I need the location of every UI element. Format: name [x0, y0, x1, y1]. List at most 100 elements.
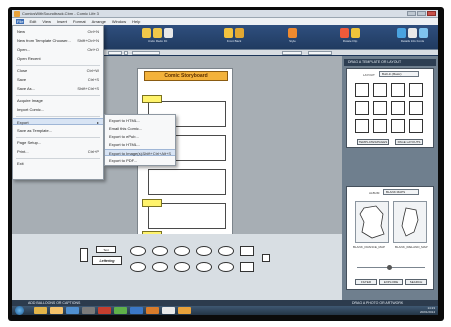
speech-balloon[interactable] [218, 246, 234, 256]
page-title[interactable]: Comic Storyboard [144, 71, 228, 81]
toolbar-icon[interactable] [164, 28, 173, 38]
export-menu-item[interactable]: Export to HTML... [105, 141, 175, 148]
file-menu-item[interactable]: Exit [13, 160, 103, 167]
page-layouts-button[interactable]: PAGE LAYOUTS [395, 139, 423, 145]
caption-balloon[interactable] [262, 254, 270, 262]
whisper-balloon[interactable] [196, 246, 212, 256]
layout-thumb[interactable] [391, 119, 405, 133]
layout-thumb[interactable] [355, 101, 369, 115]
toolbar-icon[interactable] [235, 28, 244, 38]
layout-select[interactable]: Built-In (Basic) [379, 71, 419, 77]
layout-thumb[interactable] [355, 83, 369, 97]
search-button[interactable]: SEARCH [405, 279, 427, 285]
file-menu-item[interactable]: New Ctrl+N [13, 28, 103, 35]
layout-thumb[interactable] [409, 101, 423, 115]
menu-format[interactable]: Format [72, 19, 87, 24]
toolbar-icon[interactable] [224, 28, 233, 38]
toolbar-icon[interactable] [288, 28, 297, 38]
taskbar-app-icon[interactable] [130, 307, 143, 314]
caption-balloon[interactable] [240, 246, 254, 256]
taskbar-app-icon[interactable] [98, 307, 111, 314]
start-button-icon[interactable] [15, 306, 24, 315]
file-menu-item[interactable]: Save as Template... [13, 127, 103, 134]
minimize-button[interactable] [407, 11, 416, 16]
menu-window[interactable]: Window [111, 19, 127, 24]
file-menu-item[interactable]: Close Ctrl+W [13, 67, 103, 74]
export-menu-item[interactable]: Export to PDF... [105, 157, 175, 164]
speech-balloon[interactable] [174, 246, 190, 256]
layout-thumb[interactable] [391, 101, 405, 115]
templates-button[interactable]: TEMPLATES/PAGES [357, 139, 389, 145]
speech-balloon[interactable] [130, 246, 146, 256]
menu-view[interactable]: View [41, 19, 52, 24]
photo-tile-ireland[interactable] [393, 201, 427, 243]
taskbar-app-icon[interactable] [66, 307, 79, 314]
caption-balloon[interactable] [240, 262, 254, 272]
filter-button[interactable]: FILTER [355, 279, 377, 285]
shout-balloon[interactable] [174, 262, 190, 272]
font-size-field[interactable] [108, 51, 122, 55]
file-menu-item[interactable]: Page Setup... [13, 139, 103, 146]
menu-help[interactable]: Help [131, 19, 141, 24]
export-menu-item[interactable]: Export to HTML... [105, 117, 175, 124]
toolbar-icon[interactable] [408, 28, 417, 38]
menu-edit[interactable]: Edit [28, 19, 37, 24]
taskbar-app-icon[interactable] [82, 307, 95, 314]
taskbar-app-icon[interactable] [146, 307, 159, 314]
toolbar-icon[interactable] [397, 28, 406, 38]
file-menu-item[interactable]: New from Template Chooser... Shift+Ctrl+N [13, 37, 103, 44]
taskbar-app-icon[interactable] [114, 307, 127, 314]
text-chip[interactable]: Text [96, 246, 116, 253]
file-menu-item[interactable]: Print... Ctrl+P [13, 148, 103, 155]
stroke-field[interactable] [282, 51, 302, 55]
menu-arrange[interactable]: Arrange [91, 19, 107, 24]
toolbar-icon[interactable] [419, 28, 428, 38]
speech-balloon[interactable] [218, 262, 234, 272]
zoom-slider-thumb[interactable] [387, 265, 392, 270]
export-menu-item[interactable]: Export to Image(s)... Shift+Ctrl+Alt+S [105, 149, 175, 156]
layout-thumb[interactable] [373, 83, 387, 97]
layout-thumb[interactable] [373, 119, 387, 133]
photo-tile-france[interactable] [355, 201, 389, 243]
toolbar-icon[interactable] [351, 28, 360, 38]
file-menu-item[interactable]: Open Recent [13, 55, 103, 62]
export-menu-item[interactable]: Email this Comic... [105, 125, 175, 132]
font-field[interactable] [132, 51, 160, 55]
menu-file[interactable]: File [16, 19, 25, 24]
caption-box[interactable] [142, 95, 162, 103]
album-select[interactable]: BLANK MAPS [383, 189, 419, 195]
caption-tool[interactable] [80, 248, 88, 262]
file-menu-item[interactable]: Acquire Image [13, 97, 103, 104]
maximize-button[interactable] [417, 11, 426, 16]
lettering-chip[interactable]: Lettering [92, 256, 122, 265]
taskbar-app-icon[interactable] [178, 307, 191, 314]
comic-panel[interactable] [148, 169, 226, 195]
speech-balloon[interactable] [130, 262, 146, 272]
file-menu-item[interactable]: Save As... Shift+Ctrl+S [13, 85, 103, 92]
close-button[interactable] [427, 11, 436, 16]
taskbar-app-icon[interactable] [50, 307, 63, 314]
file-menu-item[interactable]: Save Ctrl+S [13, 76, 103, 83]
layout-thumb[interactable] [355, 119, 369, 133]
taskbar-app-icon[interactable] [162, 307, 175, 314]
caption-box[interactable] [142, 199, 162, 207]
speech-balloon[interactable] [196, 262, 212, 272]
layout-thumb[interactable] [391, 83, 405, 97]
layout-thumb[interactable] [409, 119, 423, 133]
toolbar-icon[interactable] [340, 28, 349, 38]
speech-balloon[interactable] [152, 262, 168, 272]
file-menu-item[interactable]: Export ▸ [13, 118, 103, 125]
taskbar-app-icon[interactable] [34, 307, 47, 314]
explore-button[interactable]: EXPLORE [379, 279, 403, 285]
file-menu-item[interactable]: Open... Ctrl+O [13, 46, 103, 53]
layout-thumb[interactable] [409, 83, 423, 97]
layout-thumb[interactable] [373, 101, 387, 115]
file-menu-item[interactable]: Import Comic... [13, 106, 103, 113]
thought-balloon[interactable] [152, 246, 168, 256]
color-swatch[interactable] [124, 51, 128, 55]
toolbar-icon[interactable] [153, 28, 162, 38]
menu-insert[interactable]: Insert [56, 19, 68, 24]
export-menu-item[interactable]: Export to ePub... [105, 133, 175, 140]
style-field[interactable] [308, 51, 332, 55]
toolbar-icon[interactable] [142, 28, 151, 38]
